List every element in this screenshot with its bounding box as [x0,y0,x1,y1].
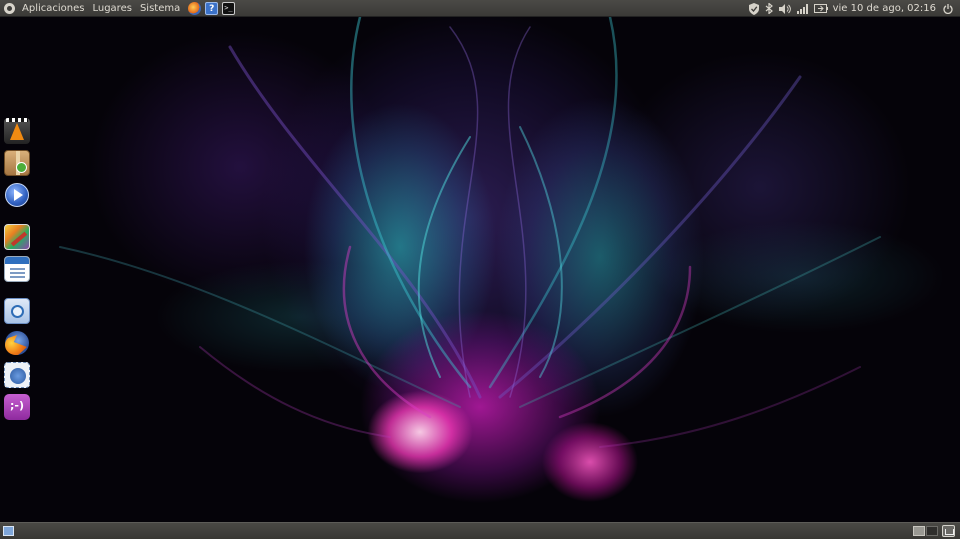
help-launcher-icon[interactable]: ? [205,2,219,15]
mail-client-icon[interactable] [4,362,30,388]
top-panel: Aplicaciones Lugares Sistema ? >_ vie 10… [0,0,960,17]
application-dock: ;-) [3,0,31,539]
writer-document-icon[interactable] [4,256,30,282]
firefox-launcher-icon[interactable] [188,2,202,15]
trash-icon[interactable] [942,525,955,537]
workspace-1[interactable] [913,526,925,536]
top-panel-tray: vie 10 de ago, 02:16 [746,0,956,17]
media-player-icon[interactable] [4,182,30,208]
battery-icon[interactable] [813,4,828,13]
menu-places[interactable]: Lugares [88,0,135,17]
show-desktop-icon[interactable] [3,526,14,536]
chat-icon[interactable]: ;-) [4,394,30,420]
bluetooth-icon[interactable] [765,3,773,14]
workspace-2[interactable] [926,526,938,536]
firefox-icon[interactable] [4,330,30,356]
bottom-panel [0,522,960,539]
top-panel-left: Aplicaciones Lugares Sistema ? >_ [4,0,236,17]
terminal-launcher-icon[interactable]: >_ [222,2,236,15]
clock[interactable]: vie 10 de ago, 02:16 [831,0,940,17]
package-installer-icon[interactable] [4,150,30,176]
vlc-icon[interactable] [4,118,30,144]
chromium-browser-icon[interactable] [4,298,30,324]
shield-icon[interactable] [748,2,759,15]
paint-icon[interactable] [4,224,30,250]
power-icon[interactable] [943,3,953,14]
wallpaper-flame-strokes [59,17,881,448]
menu-system[interactable]: Sistema [136,0,184,17]
network-signal-icon[interactable] [796,3,808,14]
volume-icon[interactable] [778,3,791,14]
chat-icon-glyph: ;-) [10,399,24,412]
desktop-wallpaper[interactable] [0,17,960,522]
workspace-switcher[interactable] [913,526,938,536]
